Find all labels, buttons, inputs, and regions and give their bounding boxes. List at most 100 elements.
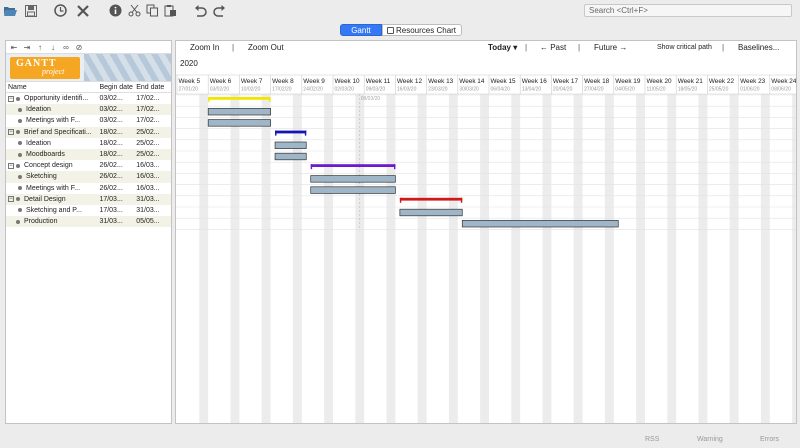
task-name-label: Opportunity identifi... — [24, 95, 89, 103]
task-bar[interactable] — [274, 141, 307, 149]
task-bar[interactable] — [274, 152, 307, 161]
task-bar[interactable] — [207, 119, 271, 127]
task-end-cell: 16/03... — [136, 173, 160, 181]
week-date-label: 02/03/20 — [335, 87, 355, 93]
weekend-shade — [386, 94, 396, 423]
summary-task-bar[interactable] — [399, 197, 463, 201]
task-row[interactable]: Sketching 26/02... 16/03... — [6, 171, 171, 183]
weekend-shade — [792, 94, 796, 423]
task-begin-cell: 18/02... — [99, 139, 123, 147]
summary-task-bar[interactable] — [275, 130, 307, 134]
warning-link[interactable]: Warning — [697, 436, 723, 443]
task-dot-icon — [18, 152, 22, 157]
task-tree-toolbar: ⇤ ⇥ ↑ ↓ ∞ ⊘ — [6, 41, 171, 54]
errors-link[interactable]: Errors — [760, 436, 779, 443]
save-icon[interactable] — [23, 3, 38, 18]
week-label: Week 13 — [428, 78, 454, 85]
move-up-icon[interactable]: ↑ — [35, 42, 45, 52]
week-label: Week 14 — [459, 78, 485, 85]
info-icon[interactable] — [108, 3, 123, 18]
weekend-shade — [448, 94, 458, 423]
search-input[interactable]: Search <Ctrl+F> — [584, 4, 792, 17]
weekend-shade — [511, 94, 521, 423]
weekend-shade — [542, 94, 552, 423]
tab-resources-chart[interactable]: Resources Chart — [382, 24, 462, 36]
rss-link[interactable]: RSS — [645, 436, 659, 443]
task-begin-cell: 18/02... — [99, 151, 123, 159]
task-end-cell: 17/02... — [136, 95, 160, 103]
task-name-cell: Meetings with F... — [6, 115, 99, 126]
redo-icon[interactable] — [212, 3, 227, 18]
week-label: Week 7 — [241, 78, 263, 85]
history-icon[interactable] — [53, 3, 68, 18]
week-date-label: 27/01/20 — [179, 87, 199, 93]
week-label: Week 22 — [709, 78, 735, 85]
week-label: Week 17 — [553, 78, 579, 85]
column-name[interactable]: Name — [6, 82, 99, 92]
task-row[interactable]: Meetings with F... 03/02... 17/02... — [6, 115, 171, 126]
tab-gantt[interactable]: Gantt — [340, 24, 382, 36]
column-begin-date[interactable]: Begin date — [99, 82, 136, 92]
task-name-label: Concept design — [24, 162, 73, 170]
task-name-cell: Moodboards — [6, 149, 99, 160]
unlink-icon[interactable]: ⊘ — [74, 42, 84, 52]
task-dot-icon — [16, 130, 20, 135]
weekend-shade — [698, 94, 708, 423]
task-bar[interactable] — [399, 208, 463, 217]
task-tree-panel: ⇤ ⇥ ↑ ↓ ∞ ⊘ GANTT project Name Begin dat… — [5, 40, 172, 424]
task-bar[interactable] — [461, 220, 619, 228]
close-icon[interactable] — [75, 3, 90, 18]
task-dot-icon — [16, 163, 20, 168]
task-end-cell: 16/03... — [136, 184, 160, 192]
task-bar[interactable] — [310, 175, 396, 183]
task-begin-cell: 26/02... — [99, 184, 123, 192]
task-bar[interactable] — [207, 108, 271, 116]
task-row[interactable]: Sketching and P... 17/03... 31/03... — [6, 205, 171, 216]
task-dot-icon — [18, 208, 22, 213]
week-date-label: 16/03/20 — [397, 87, 417, 93]
main-toolbar: Search <Ctrl+F> — [0, 0, 800, 22]
collapse-icon[interactable]: − — [8, 95, 14, 102]
gantt-timeline[interactable]: Week 5 27/01/20 Week 6 03/02/20 Week 7 10/02/… — [176, 41, 797, 424]
weekend-shade — [667, 94, 677, 423]
week-label: Week 23 — [740, 78, 766, 85]
task-name-label: Ideation — [26, 139, 51, 147]
task-row[interactable]: − Brief and Specificati... 18/02... 25/02..… — [6, 126, 171, 138]
column-end-date[interactable]: End date — [136, 82, 171, 92]
outdent-icon[interactable]: ⇤ — [9, 42, 19, 52]
weekend-shade — [760, 94, 770, 423]
gantt-chart-panel: Zoom In | Zoom Out Today ▾ | ← Past | Fu… — [175, 40, 797, 424]
undo-icon[interactable] — [193, 3, 208, 18]
task-row[interactable]: Meetings with F... 26/02... 16/03... — [6, 183, 171, 194]
view-tabs: Gantt Resources Chart — [340, 24, 462, 36]
paste-icon[interactable] — [163, 3, 178, 18]
week-label: Week 19 — [615, 78, 641, 85]
task-begin-cell: 31/03... — [99, 218, 123, 226]
summary-task-bar[interactable] — [310, 164, 396, 167]
task-end-cell: 25/02... — [136, 128, 160, 136]
task-row[interactable]: − Concept design 26/02... 16/03... — [6, 160, 171, 171]
link-icon[interactable]: ∞ — [61, 42, 71, 52]
task-row[interactable]: Ideation 18/02... 25/02... — [6, 138, 171, 149]
task-row[interactable]: Production 31/03... 05/05... — [6, 216, 171, 228]
collapse-icon[interactable]: − — [8, 129, 14, 136]
collapse-icon[interactable]: − — [8, 162, 14, 169]
week-date-label: 04/05/20 — [615, 87, 635, 93]
task-dot-icon — [18, 107, 22, 112]
copy-icon[interactable] — [145, 3, 160, 18]
task-dot-icon — [18, 141, 22, 146]
task-row[interactable]: − Detail Design 17/03... 31/03... — [6, 193, 171, 205]
indent-icon[interactable]: ⇥ — [22, 42, 32, 52]
cut-icon[interactable] — [127, 3, 142, 18]
task-row[interactable]: Moodboards 18/02... 25/02... — [6, 148, 171, 161]
task-dot-icon — [18, 186, 22, 191]
weekend-shade — [480, 94, 489, 423]
collapse-icon[interactable]: − — [8, 196, 14, 203]
task-row[interactable]: Ideation 03/02... 17/02... — [6, 104, 171, 116]
move-down-icon[interactable]: ↓ — [48, 42, 58, 52]
task-bar[interactable] — [310, 186, 396, 194]
folder-open-icon[interactable] — [3, 3, 18, 18]
task-dot-icon — [16, 197, 20, 202]
task-row[interactable]: − Opportunity identifi... 03/02... 17/02... — [6, 93, 171, 104]
summary-task-bar[interactable] — [208, 97, 271, 100]
